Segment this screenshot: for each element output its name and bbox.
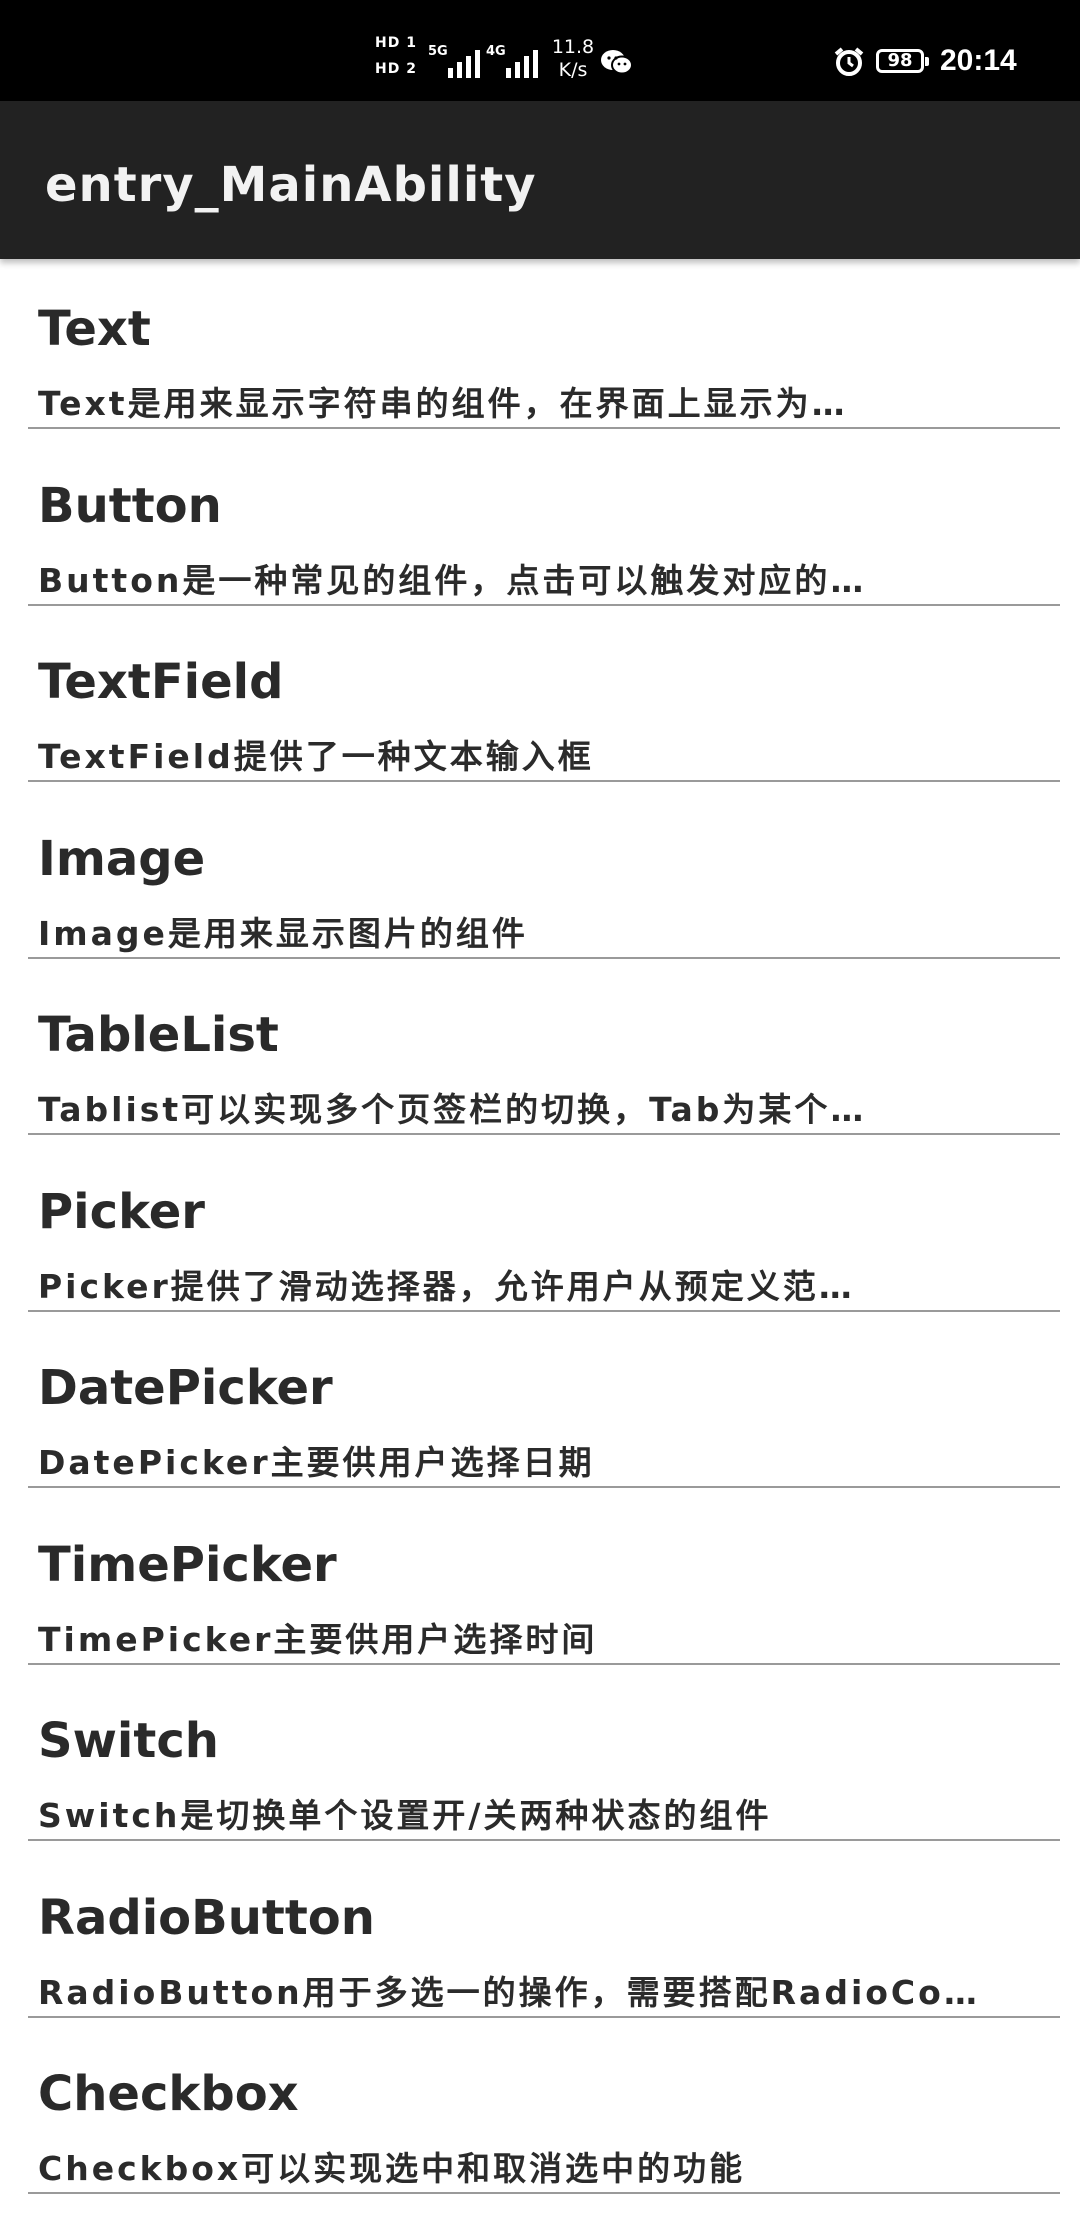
divider <box>28 956 1060 959</box>
item-title: TextField <box>38 654 284 710</box>
app-bar: entry_MainAbility <box>0 101 1080 259</box>
item-description: Switch是切换单个设置开/关两种状态的组件 <box>38 1796 772 1835</box>
divider <box>28 780 1060 782</box>
item-description: Text是用来显示字符串的组件，在界面上显示为… <box>38 384 848 423</box>
component-list: Text Text是用来显示字符串的组件，在界面上显示为… Button But… <box>0 259 1080 2201</box>
item-description: Button是一种常见的组件，点击可以触发对应的… <box>38 560 867 600</box>
divider <box>28 1133 1060 1135</box>
item-description: DatePicker主要供用户选择日期 <box>38 1443 595 1482</box>
list-item-picker[interactable]: Picker Picker提供了滑动选择器，允许用户从预定义范… <box>0 1142 1080 1319</box>
wechat-icon <box>601 50 633 75</box>
item-description: Checkbox可以实现选中和取消选中的功能 <box>38 2149 746 2188</box>
divider <box>28 1662 1060 1665</box>
item-title: Picker <box>38 1183 205 1240</box>
list-item-checkbox[interactable]: Checkbox Checkbox可以实现选中和取消选中的功能 <box>0 2024 1080 2201</box>
item-title: TableList <box>38 1007 279 1063</box>
item-title: Image <box>38 830 206 887</box>
divider <box>28 1309 1060 1312</box>
list-item-text[interactable]: Text Text是用来显示字符串的组件，在界面上显示为… <box>0 259 1080 436</box>
list-item-button[interactable]: Button Button是一种常见的组件，点击可以触发对应的… <box>0 436 1080 613</box>
item-title: Text <box>38 301 151 357</box>
app-title: entry_MainAbility <box>45 157 537 213</box>
speed-unit: K/s <box>558 59 588 81</box>
signal2-tag: 4G <box>486 44 506 59</box>
hd1-label: HD 1 <box>375 35 417 51</box>
divider <box>28 2015 1060 2018</box>
item-title: Checkbox <box>38 2066 299 2122</box>
hd-indicator: HD 1 HD 2 <box>375 34 423 94</box>
network-speed: 11.8 K/s <box>548 36 598 82</box>
divider <box>28 1486 1060 1488</box>
clock-time: 20:14 <box>940 44 1017 77</box>
item-title: Switch <box>38 1713 219 1769</box>
speed-value: 11.8 <box>551 36 595 58</box>
alarm-icon <box>834 47 864 76</box>
list-item-tablelist[interactable]: TableList Tablist可以实现多个页签栏的切换，Tab为某个… <box>0 965 1080 1142</box>
item-title: Button <box>38 477 222 534</box>
list-item-radiobutton[interactable]: RadioButton RadioButton用于多选一的操作，需要搭配Radi… <box>0 1848 1080 2025</box>
battery-icon: 98 <box>876 49 929 73</box>
signal1-tag: 5G <box>428 44 448 59</box>
list-item-textfield[interactable]: TextField TextField提供了一种文本输入框 <box>0 612 1080 789</box>
item-title: TimePicker <box>38 1536 337 1593</box>
list-item-timepicker[interactable]: TimePicker TimePicker主要供用户选择时间 <box>0 1495 1080 1672</box>
item-description: TimePicker主要供用户选择时间 <box>38 1619 598 1659</box>
divider <box>28 427 1060 429</box>
hd2-label: HD 2 <box>375 61 417 77</box>
item-description: Picker提供了滑动选择器，允许用户从预定义范… <box>38 1266 855 1306</box>
status-bar: HD 1 HD 2 5G 4G 11.8 K/s 98 20:14 <box>0 0 1080 101</box>
divider <box>28 603 1060 606</box>
divider <box>28 1839 1060 1841</box>
item-description: TextField提供了一种文本输入框 <box>38 737 594 776</box>
item-description: Tablist可以实现多个页签栏的切换，Tab为某个… <box>38 1090 867 1129</box>
divider <box>28 2192 1060 2194</box>
list-item-switch[interactable]: Switch Switch是切换单个设置开/关两种状态的组件 <box>0 1671 1080 1848</box>
list-item-datepicker[interactable]: DatePicker DatePicker主要供用户选择日期 <box>0 1318 1080 1495</box>
item-description: Image是用来显示图片的组件 <box>38 913 528 953</box>
item-description: RadioButton用于多选一的操作，需要搭配RadioCo… <box>38 1972 980 2012</box>
list-item-image[interactable]: Image Image是用来显示图片的组件 <box>0 789 1080 966</box>
item-title: DatePicker <box>38 1360 333 1416</box>
item-title: RadioButton <box>38 1889 375 1946</box>
